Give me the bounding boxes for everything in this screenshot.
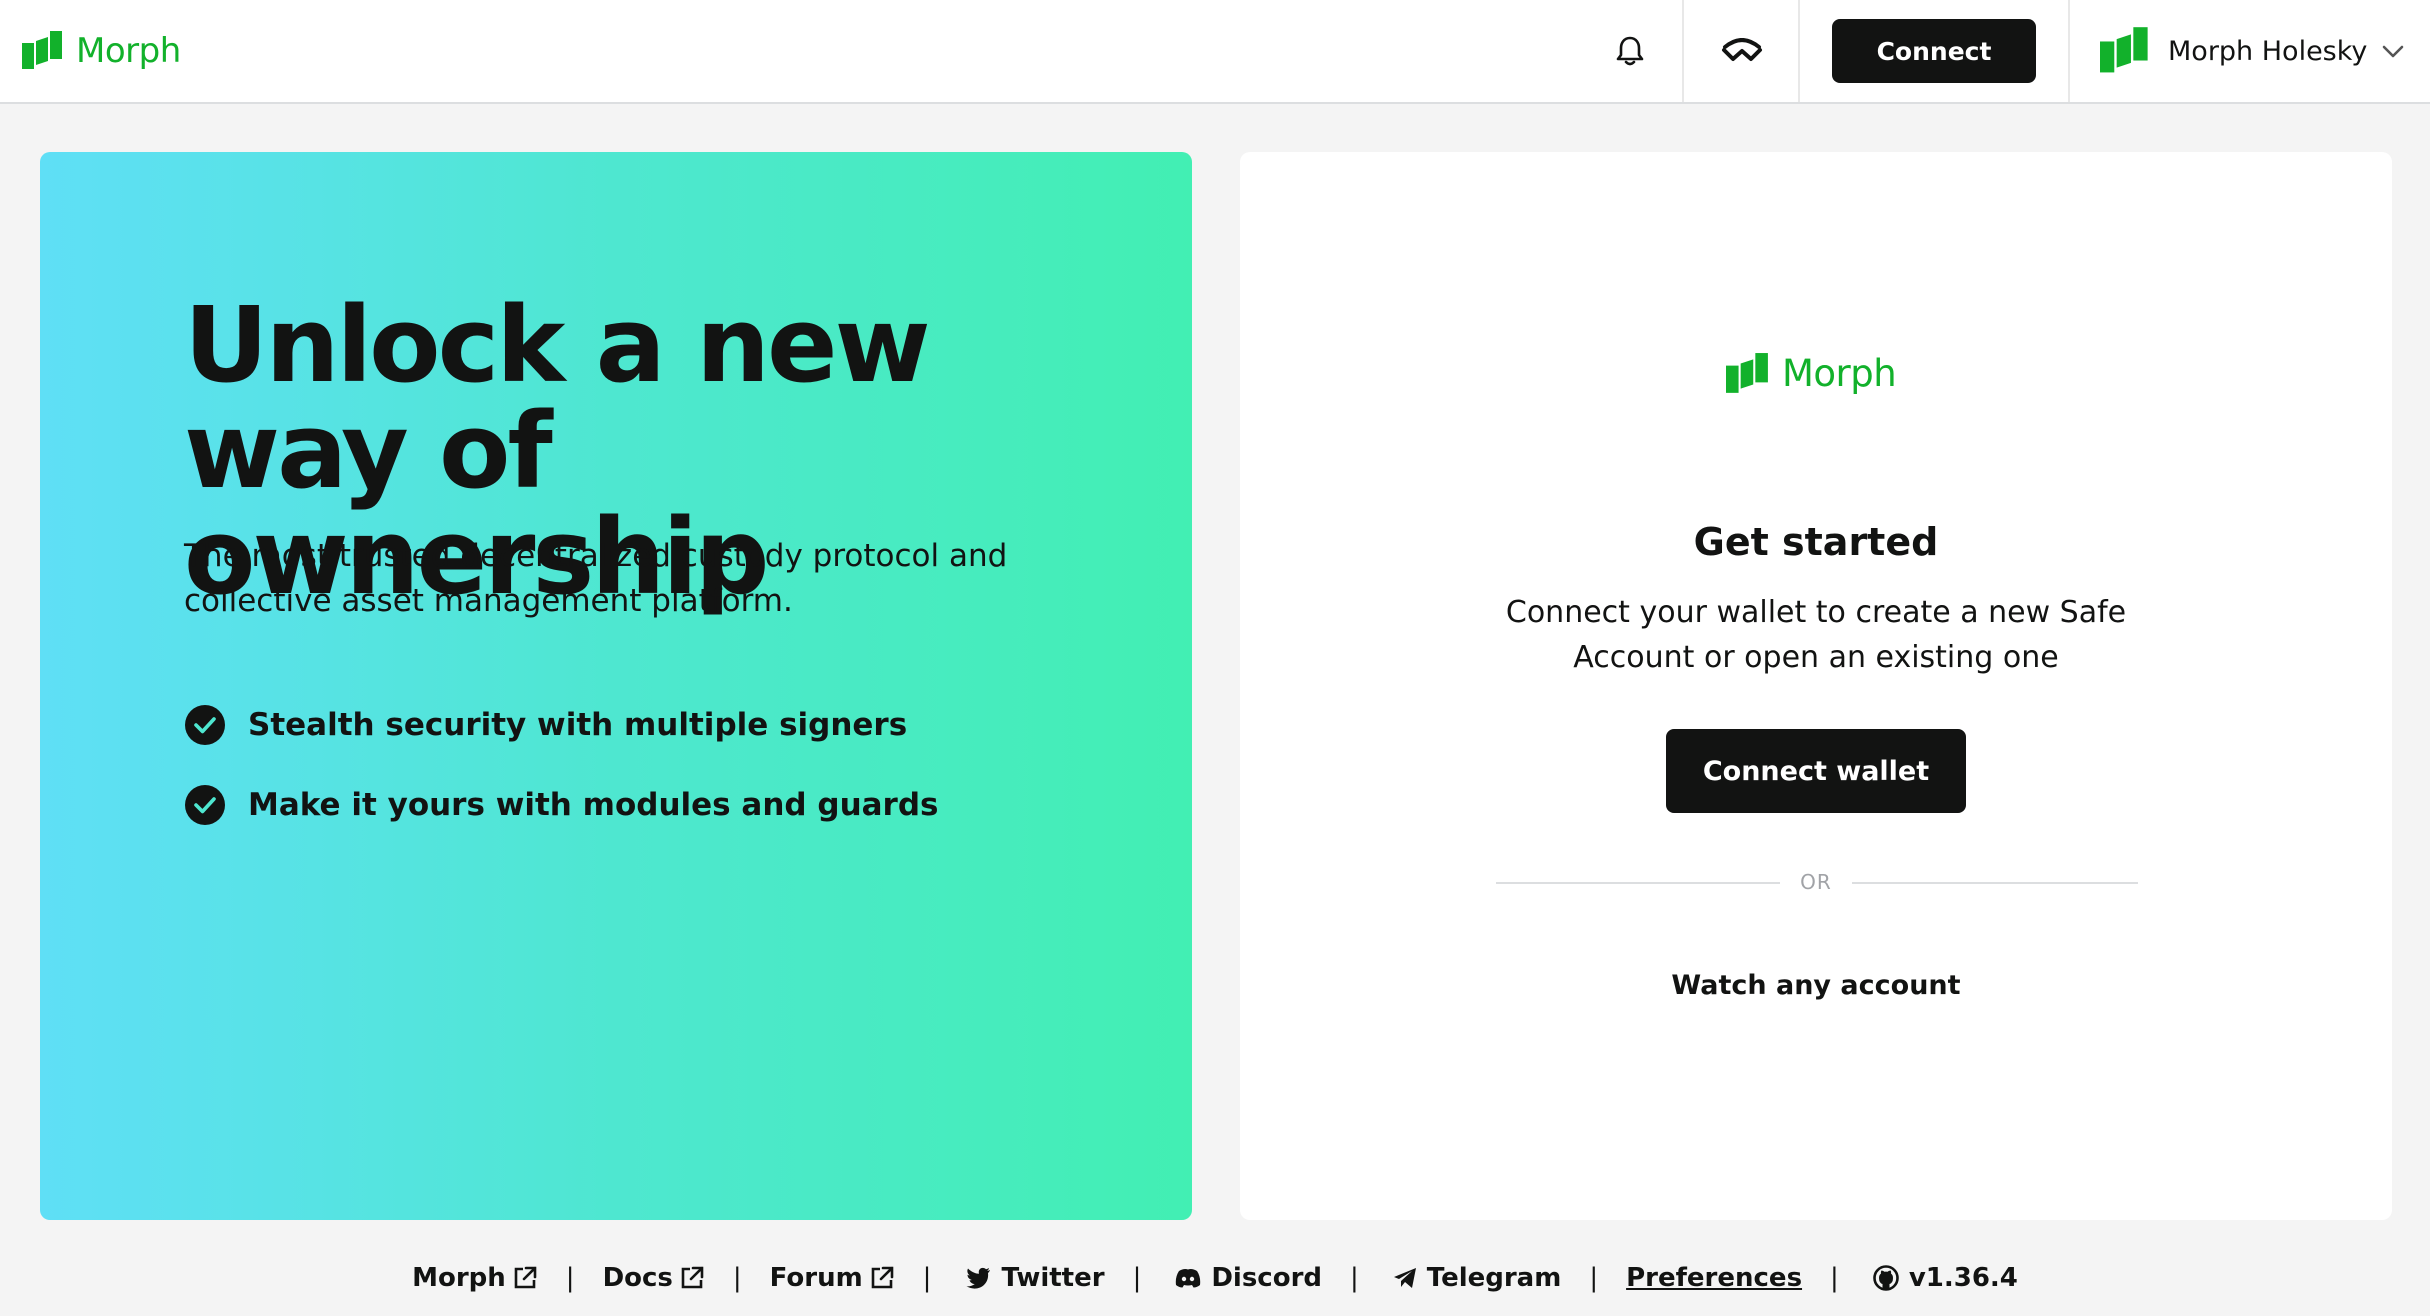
footer-version-link[interactable]: v1.36.4 (1867, 1263, 2018, 1293)
footer-separator: | (565, 1263, 575, 1293)
footer-link-label: Forum (769, 1263, 863, 1293)
footer-link-label: Docs (602, 1263, 673, 1293)
morph-network-icon (2100, 27, 2148, 73)
footer-separator: | (1589, 1263, 1599, 1293)
footer-separator: | (732, 1263, 742, 1293)
or-label: OR (1800, 870, 1832, 894)
connect-button[interactable]: Connect (1832, 19, 2036, 83)
footer-link-label: Twitter (1001, 1263, 1105, 1293)
get-started-card: Morph Get started Connect your wallet to… (1240, 152, 2392, 1220)
footer-link-twitter[interactable]: Twitter (959, 1263, 1105, 1293)
connect-wallet-button[interactable]: Connect wallet (1666, 729, 1966, 813)
hero-subtitle: The most trusted decentralized custody p… (184, 538, 1008, 619)
card-title: Get started (1693, 520, 1939, 564)
hero-panel: Unlock a new way of ownership The most t… (40, 152, 1192, 1220)
footer-link-label: Telegram (1426, 1263, 1562, 1293)
card-description: Connect your wallet to create a new Safe… (1505, 595, 2127, 675)
footer-link-docs[interactable]: Docs (603, 1263, 705, 1293)
feature-item: Stealth security with multiple signers (184, 704, 907, 746)
external-link-icon (514, 1266, 537, 1289)
header-divider (1682, 0, 1684, 102)
footer-link-discord[interactable]: Discord (1169, 1263, 1322, 1293)
card-brand-name: Morph (1782, 352, 1897, 395)
twitter-icon (966, 1267, 991, 1289)
network-name: Morph Holesky (2168, 35, 2368, 67)
check-circle-icon (185, 785, 225, 825)
morph-logo-icon (22, 31, 62, 69)
feature-text: Stealth security with multiple signers (248, 707, 908, 743)
footer-separator: | (1830, 1263, 1839, 1293)
footer-link-morph[interactable]: Morph (412, 1263, 538, 1293)
header-divider (2068, 0, 2070, 102)
discord-icon (1176, 1269, 1201, 1288)
brand-logo[interactable]: Morph (22, 28, 181, 74)
feature-item: Make it yours with modules and guards (184, 784, 939, 826)
github-icon (1873, 1265, 1899, 1291)
footer-separator: | (1132, 1263, 1142, 1293)
footer-link-preferences[interactable]: Preferences (1626, 1263, 1802, 1293)
check-circle-icon (185, 705, 225, 745)
header-divider (1798, 0, 1800, 102)
morph-logo-icon (1726, 352, 1768, 393)
footer-link-label: Discord (1211, 1263, 1323, 1293)
footer-separator: | (922, 1263, 932, 1293)
telegram-icon (1393, 1268, 1416, 1288)
card-brand-logo: Morph (1726, 352, 1897, 395)
or-divider-line (1852, 882, 2138, 884)
or-divider-line (1496, 882, 1780, 884)
bell-icon (1616, 36, 1644, 66)
watch-account-link[interactable]: Watch any account (1240, 970, 2392, 1001)
external-link-icon (871, 1266, 893, 1289)
footer-link-label: Morph (412, 1263, 506, 1293)
footer: Morph | Docs | Forum | Twitter | Discord… (0, 1240, 2430, 1316)
external-link-icon (681, 1266, 704, 1289)
feature-text: Make it yours with modules and guards (248, 787, 939, 823)
notifications-button[interactable] (1578, 0, 1682, 102)
version-label: v1.36.4 (1908, 1263, 2018, 1293)
top-bar: Morph Connect Morph Holesky (0, 0, 2430, 104)
chevron-down-icon (2383, 45, 2404, 58)
network-selector[interactable]: Morph Holesky (2100, 24, 2405, 78)
brand-name: Morph (76, 31, 181, 71)
footer-separator: | (1350, 1263, 1359, 1293)
walletconnect-button[interactable] (1686, 0, 1798, 102)
walletconnect-icon (1722, 38, 1762, 61)
footer-link-forum[interactable]: Forum (770, 1263, 895, 1293)
footer-link-telegram[interactable]: Telegram (1387, 1263, 1562, 1293)
